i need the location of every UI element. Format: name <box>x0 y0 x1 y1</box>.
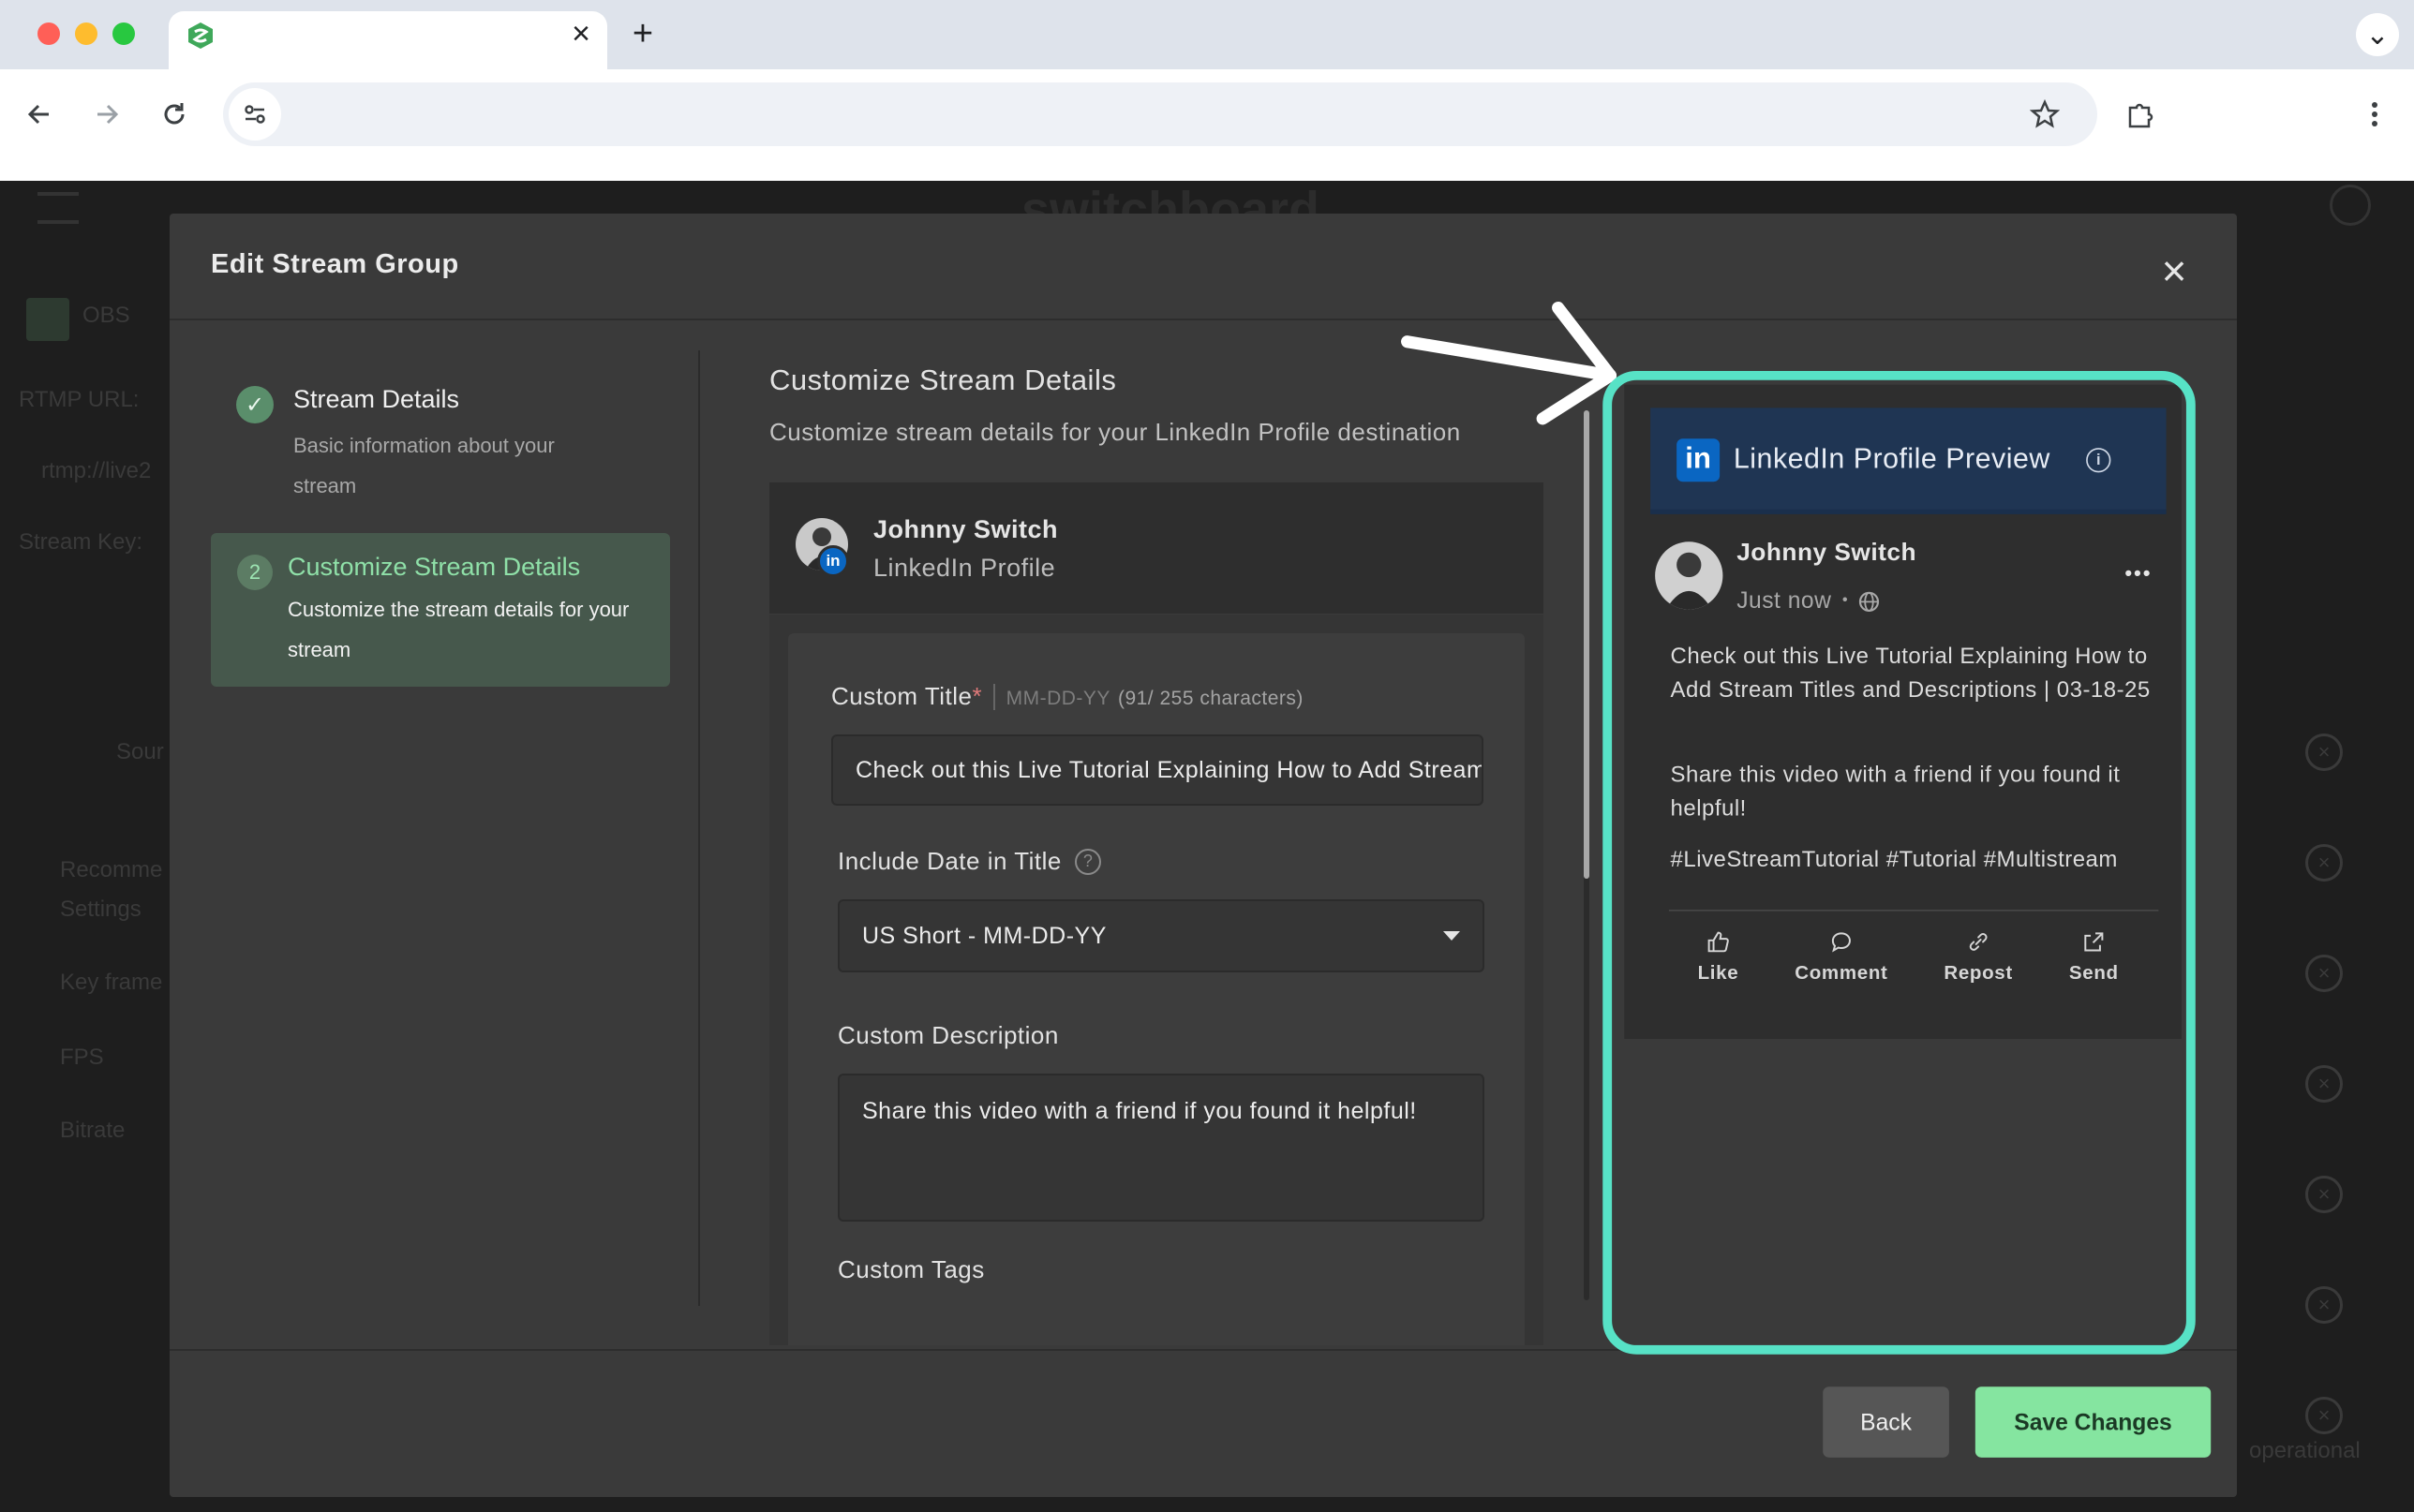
preview-highlight-outline <box>1602 370 2196 1355</box>
preview-layer: in LinkedIn Profile Preview i Johnny Swi… <box>0 0 2414 1511</box>
annotation-arrow-icon <box>1401 302 1617 425</box>
save-changes-button[interactable]: Save Changes <box>1974 1386 2212 1458</box>
back-button[interactable]: Back <box>1823 1386 1949 1458</box>
